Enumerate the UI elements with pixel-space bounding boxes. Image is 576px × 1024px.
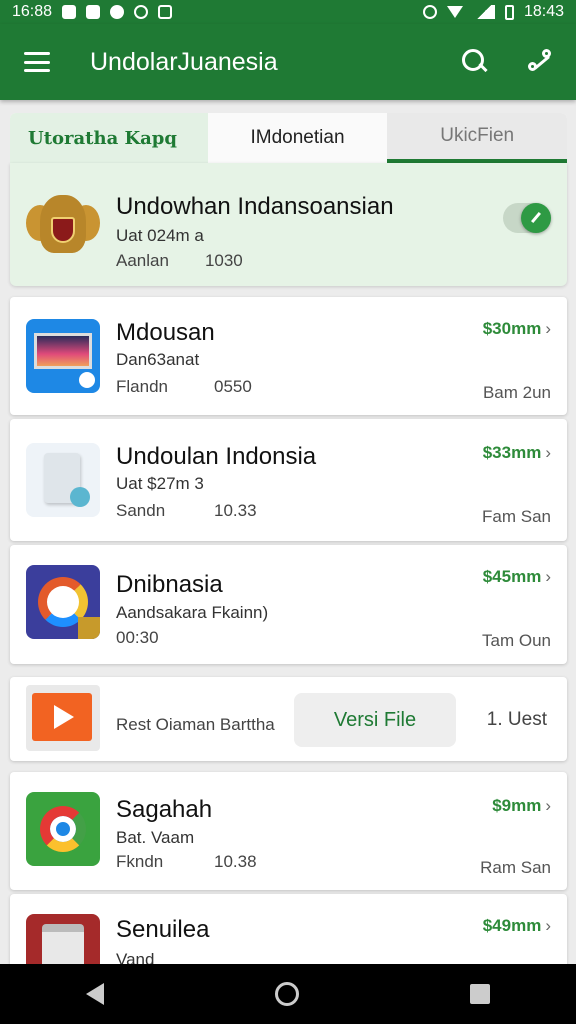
app-meta-label: Flandn (116, 377, 168, 396)
app-price[interactable]: $49mm › (483, 916, 551, 936)
app-meta-label: Sandn (116, 501, 166, 520)
chevron-right-icon: › (545, 916, 551, 935)
browser-app-icon (26, 565, 100, 639)
app-card[interactable]: Sagahah Bat. Vaam Fkndn 10.38 $9mm › Ram S… (10, 772, 567, 890)
back-icon[interactable] (85, 983, 104, 1005)
image-notification-icon (62, 5, 77, 19)
app-title: UndolarJuanesia (90, 47, 278, 76)
tab-second[interactable]: IMdonetian (207, 113, 388, 163)
app-bar: UndolarJuanesia (0, 24, 576, 100)
status-bar: 16:88 18:43 (0, 0, 576, 24)
chrome-app-icon (26, 792, 100, 866)
app-card[interactable]: Dnibnasia Aandsakara Fkainn) 00:30 $45mm… (10, 545, 567, 664)
alarm-icon (422, 5, 437, 19)
app-size: Tam Oun (482, 631, 551, 650)
featured-subtitle: Uat 024m a (116, 226, 204, 245)
garuda-emblem-icon (26, 187, 100, 261)
app-card[interactable]: Undoulan Indonsia Uat $27m 3 Sandn 10.33 … (10, 419, 567, 541)
tab-third[interactable]: UkicFien (387, 113, 567, 163)
device-app-icon (26, 443, 100, 517)
app-meta-number: 0550 (214, 377, 252, 396)
app-price-value: $49mm (482, 916, 542, 935)
promo-label: Rest Oiaman Barttha (116, 715, 275, 734)
video-player-icon (26, 685, 100, 751)
share-icon[interactable] (528, 49, 554, 75)
app-title: Senuilea (116, 916, 210, 943)
app-title: Dnibnasia (116, 571, 223, 598)
app-price-value: $30mm (482, 319, 542, 338)
app-price-value: $33mm (482, 443, 542, 462)
app-title: Mdousan (116, 319, 215, 346)
tab-first[interactable]: Utoratha Kapq (10, 113, 208, 163)
app-meta: Fkndn 10.38 (116, 852, 257, 872)
file-notification-icon (86, 5, 101, 19)
nfc-notification-icon (158, 5, 173, 19)
featured-title: Undowhan Indansoansian (116, 193, 394, 220)
featured-meta-label: Aanlan (116, 251, 169, 270)
tab-bar: Utoratha Kapq IMdonetian UkicFien (10, 113, 567, 163)
chevron-right-icon: › (545, 567, 551, 586)
app-meta: Flandn 0550 (116, 377, 252, 397)
battery-icon (504, 4, 514, 20)
wifi-icon (446, 6, 463, 18)
status-time-left: 16:88 (12, 3, 53, 20)
app-title: Sagahah (116, 796, 213, 823)
monitor-app-icon (26, 319, 100, 393)
sync-notification-icon (134, 5, 149, 19)
signal-icon (472, 5, 495, 19)
home-icon[interactable] (274, 982, 299, 1006)
app-subtitle: Dan63anat (116, 350, 200, 369)
recents-icon[interactable] (470, 984, 491, 1004)
app-price[interactable]: $33mm › (483, 443, 551, 463)
app-subtitle: Bat. Vaam (116, 828, 195, 847)
app-price-value: $45mm (482, 567, 542, 586)
promo-row: Rest Oiaman Barttha Versi File 1. Uest (10, 677, 567, 761)
check-icon (521, 203, 551, 233)
app-size: Ram San (480, 858, 551, 877)
chevron-right-icon: › (545, 319, 551, 338)
app-price[interactable]: $45mm › (483, 567, 551, 587)
search-icon[interactable] (462, 49, 488, 75)
app-title: Undoulan Indonsia (116, 443, 317, 470)
app-subtitle: Uat $27m 3 (116, 474, 204, 493)
location-notification-icon (110, 5, 125, 19)
app-meta-label: Fkndn (116, 852, 164, 871)
app-price[interactable]: $30mm › (483, 319, 551, 339)
chevron-right-icon: › (545, 796, 551, 815)
app-meta-label: 00:30 (116, 628, 159, 647)
app-price-value: $9mm (492, 796, 542, 815)
app-size: Bam 2un (482, 383, 551, 402)
app-size: Fam San (482, 507, 551, 526)
promo-version: 1. Uest (486, 709, 547, 730)
app-meta-number: 10.33 (214, 501, 257, 520)
system-nav-bar (0, 964, 576, 1024)
featured-meta-number: 1030 (204, 251, 243, 270)
featured-card[interactable]: Undowhan Indansoansian Uat 024m a Aanlan… (10, 163, 567, 286)
featured-toggle[interactable] (503, 203, 551, 233)
chevron-right-icon: › (545, 443, 551, 462)
app-price[interactable]: $9mm › (492, 796, 551, 816)
app-meta: Sandn 10.33 (116, 501, 257, 521)
app-subtitle: Aandsakara Fkainn) (116, 603, 269, 622)
status-time-right: 18:43 (523, 3, 564, 20)
app-meta-number: 10.38 (214, 852, 257, 871)
versi-file-button[interactable]: Versi File (294, 693, 456, 747)
featured-meta: Aanlan 1030 (116, 251, 243, 271)
menu-icon[interactable] (24, 52, 50, 72)
app-meta: 00:30 (116, 628, 159, 648)
app-card[interactable]: Mdousan Dan63anat Flandn 0550 $30mm › Bam … (10, 297, 567, 415)
